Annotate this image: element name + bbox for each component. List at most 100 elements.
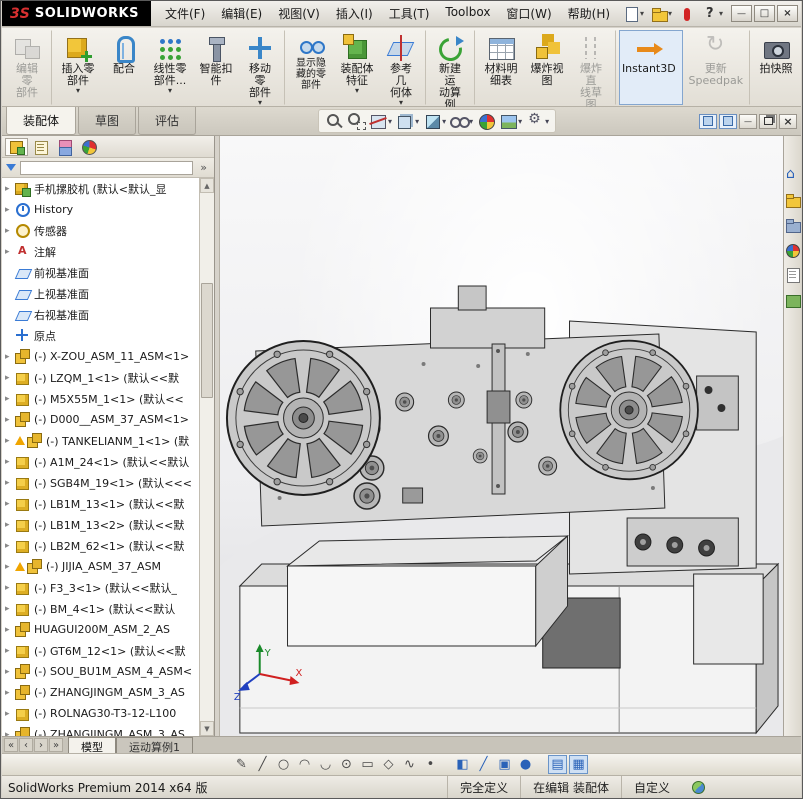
scroll-up-icon[interactable] — [200, 178, 214, 193]
sketch-tool-icon[interactable] — [548, 755, 567, 774]
tree-item[interactable]: 上视基准面 — [2, 283, 199, 304]
pane-toggle-icon[interactable] — [719, 113, 737, 129]
expand-arrow-icon[interactable] — [5, 352, 15, 362]
task-pane-icon[interactable] — [785, 243, 800, 258]
pane-toggle-icon[interactable] — [699, 113, 717, 129]
tree-item[interactable]: (-) ROLNAG30-T3-12-L100 — [2, 703, 199, 724]
tree-item[interactable]: 手机摞胶机 (默认<默认_显 — [2, 178, 199, 199]
scrollbar-thumb[interactable] — [201, 283, 213, 398]
ribbon-button[interactable]: 爆炸直 线草图 — [570, 30, 616, 111]
ribbon-button[interactable]: 拍快照 — [753, 30, 799, 105]
expand-arrow-icon[interactable] — [5, 520, 15, 530]
ribbon-button[interactable]: 材料明 细表 — [478, 30, 524, 105]
tree-item[interactable]: (-) BM_4<1> (默认<<默认 — [2, 598, 199, 619]
tree-item[interactable]: (-) F3_3<1> (默认<<默认_ — [2, 577, 199, 598]
sketch-tool-icon[interactable] — [316, 755, 335, 774]
tree-item[interactable]: 原点 — [2, 325, 199, 346]
last-tab-icon[interactable] — [49, 738, 63, 752]
sketch-tool-icon[interactable] — [516, 755, 535, 774]
expand-arrow-icon[interactable] — [5, 499, 15, 509]
menu-item[interactable]: 窗口(W) — [498, 1, 559, 26]
view-tool-button[interactable] — [450, 112, 473, 130]
sketch-tool-icon[interactable] — [400, 755, 419, 774]
ribbon-button[interactable]: 更新 Speedpak — [686, 30, 750, 105]
tree-item[interactable]: 右视基准面 — [2, 304, 199, 325]
tree-item[interactable]: (-) M5X55M_1<1> (默认<< — [2, 388, 199, 409]
sketch-tool-icon[interactable] — [295, 755, 314, 774]
expand-arrow-icon[interactable] — [5, 373, 15, 383]
study-tab[interactable]: 运动算例1 — [116, 737, 193, 754]
sketch-tool-icon[interactable] — [232, 755, 251, 774]
expand-arrow-icon[interactable] — [5, 625, 15, 635]
task-pane-icon[interactable] — [785, 268, 800, 283]
menu-item[interactable]: 视图(V) — [270, 1, 328, 26]
tree-item[interactable]: (-) TANKELIANM_1<1> (默 — [2, 430, 199, 451]
feature-manager-tab[interactable] — [53, 138, 76, 156]
tree-item[interactable]: (-) LB1M_13<1> (默认<<默 — [2, 493, 199, 514]
feature-manager-tab[interactable] — [29, 138, 52, 156]
tree-item[interactable]: (-) A1M_24<1> (默认<<默认 — [2, 451, 199, 472]
expand-arrow-icon[interactable] — [5, 457, 15, 467]
menu-item[interactable]: 帮助(H) — [560, 1, 618, 26]
sketch-tool-icon[interactable] — [421, 755, 440, 774]
tree-item[interactable]: (-) LZQM_1<1> (默认<<默 — [2, 367, 199, 388]
ribbon-button[interactable]: 编辑零 部件 — [6, 30, 52, 105]
sketch-tool-icon[interactable] — [474, 755, 493, 774]
expand-arrow-icon[interactable] — [5, 709, 15, 719]
ribbon-button[interactable]: Instant3D — [619, 30, 683, 105]
ribbon-button[interactable]: 新建运 动算例 — [429, 30, 475, 111]
tree-item[interactable]: (-) X-ZOU_ASM_11_ASM<1> — [2, 346, 199, 367]
view-tool-button[interactable] — [325, 112, 343, 130]
ribbon-button[interactable]: 智能扣 件 — [193, 30, 239, 105]
sketch-tool-icon[interactable] — [337, 755, 356, 774]
menu-item[interactable]: 编辑(E) — [213, 1, 270, 26]
tree-item[interactable]: 注解 — [2, 241, 199, 262]
tree-item[interactable]: 传感器 — [2, 220, 199, 241]
tree-item[interactable]: (-) LB1M_13<2> (默认<<默 — [2, 514, 199, 535]
command-tab[interactable]: 装配体 — [6, 107, 77, 135]
chevron-expand-icon[interactable] — [197, 161, 210, 174]
expand-arrow-icon[interactable] — [5, 394, 15, 404]
feature-manager-tab[interactable] — [5, 137, 28, 156]
expand-arrow-icon[interactable] — [5, 184, 15, 194]
menu-item[interactable]: 工具(T) — [381, 1, 438, 26]
minimize-button[interactable] — [731, 5, 752, 22]
expand-arrow-icon[interactable] — [5, 247, 15, 257]
sketch-tool-icon[interactable] — [379, 755, 398, 774]
ribbon-button[interactable]: 参考几 何体 — [380, 30, 426, 105]
tree-item[interactable]: (-) ZHANGJINGM_ASM_3_AS — [2, 724, 199, 736]
graphics-viewport[interactable]: Y X Z — [220, 136, 783, 736]
ribbon-button[interactable]: 爆炸视 图 — [524, 30, 570, 105]
expand-arrow-icon[interactable] — [5, 205, 15, 215]
expand-arrow-icon[interactable] — [5, 562, 15, 572]
expand-arrow-icon[interactable] — [5, 604, 15, 614]
expand-arrow-icon[interactable] — [5, 688, 15, 698]
view-tool-button[interactable] — [423, 112, 446, 130]
expand-arrow-icon[interactable] — [5, 667, 15, 677]
command-tab[interactable]: 草图 — [78, 107, 137, 135]
expand-arrow-icon[interactable] — [5, 478, 15, 488]
view-tool-button[interactable] — [499, 112, 522, 130]
tree-item[interactable]: (-) ZHANGJINGM_ASM_3_AS — [2, 682, 199, 703]
task-pane-icon[interactable] — [785, 166, 800, 183]
expand-arrow-icon[interactable] — [5, 436, 15, 446]
menu-item[interactable]: 插入(I) — [328, 1, 381, 26]
sketch-tool-icon[interactable] — [253, 755, 272, 774]
tree-item[interactable]: (-) SOU_BU1M_ASM_4_ASM< — [2, 661, 199, 682]
tree-item[interactable]: (-) SGB4M_19<1> (默认<<< — [2, 472, 199, 493]
document-close-button[interactable] — [779, 113, 797, 129]
expand-arrow-icon[interactable] — [5, 415, 15, 425]
tree-item[interactable]: (-) GT6M_12<1> (默认<<默 — [2, 640, 199, 661]
quick-access-button[interactable] — [649, 4, 674, 24]
task-pane-icon[interactable] — [785, 218, 801, 233]
document-restore-button[interactable] — [759, 113, 777, 129]
tree-item[interactable]: (-) LB2M_62<1> (默认<<默 — [2, 535, 199, 556]
menu-item[interactable]: Toolbox — [437, 1, 498, 26]
sketch-tool-icon[interactable] — [274, 755, 293, 774]
tree-scrollbar[interactable] — [199, 178, 214, 736]
ribbon-button[interactable]: 显示隐 藏的零 部件 — [288, 30, 334, 105]
quick-access-button[interactable] — [621, 4, 646, 24]
ribbon-button[interactable]: 线性零 部件... — [147, 30, 193, 105]
expand-arrow-icon[interactable] — [5, 541, 15, 551]
menu-item[interactable]: 文件(F) — [157, 1, 213, 26]
